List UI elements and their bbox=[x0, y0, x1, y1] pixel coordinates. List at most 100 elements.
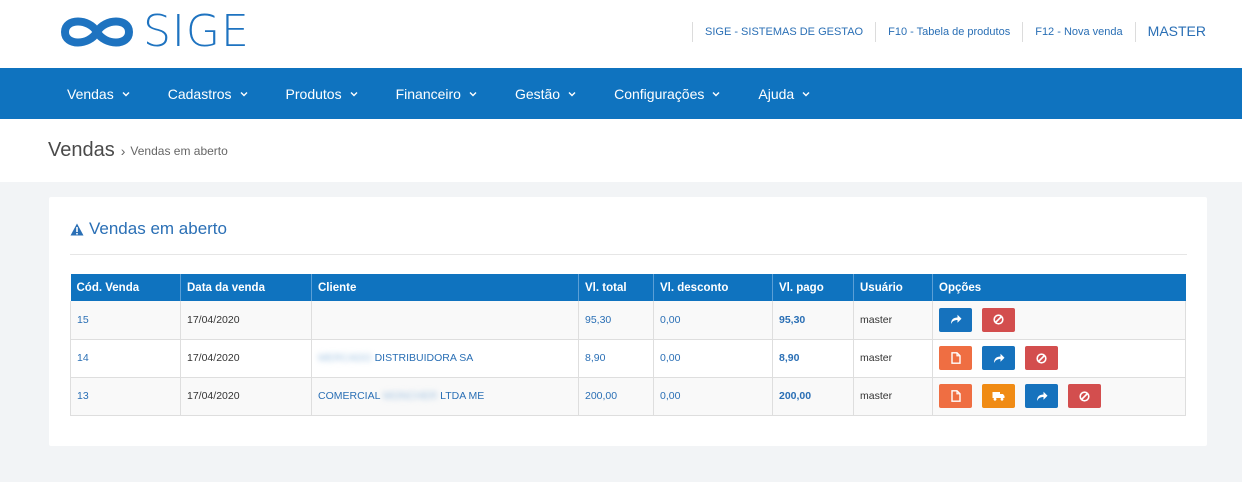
nav-configuracoes-label: Configurações bbox=[614, 85, 705, 102]
table-row: 14 17/04/2020 MERCADO DISTRIBUIDORA SA 8… bbox=[70, 339, 1186, 378]
nav-configuracoes[interactable]: Configurações bbox=[614, 86, 721, 102]
cancel-sale-button[interactable] bbox=[982, 307, 1015, 332]
content-area: Vendas em aberto Cód. Venda Data da vend… bbox=[0, 182, 1242, 482]
panel-title-text: Vendas em aberto bbox=[89, 219, 227, 238]
cell-data: 17/04/2020 bbox=[180, 339, 312, 378]
cliente-prefix: COMERCIAL bbox=[318, 390, 381, 402]
continue-sale-button[interactable] bbox=[939, 307, 972, 332]
breadcrumb-separator: › bbox=[120, 142, 126, 159]
cell-usuario: master bbox=[853, 301, 933, 340]
cell-data: 17/04/2020 bbox=[180, 301, 312, 340]
col-desconto[interactable]: Vl. desconto bbox=[653, 274, 773, 301]
table-row: 15 17/04/2020 95,30 0,00 95,30 master bbox=[70, 301, 1186, 340]
cliente-text: DISTRIBUIDORA SA bbox=[374, 352, 474, 364]
warning-icon bbox=[70, 223, 84, 235]
sige-logo-icon bbox=[60, 17, 134, 47]
chevron-down-icon bbox=[802, 91, 810, 96]
top-header: SIGE SIGE - SISTEMAS DE GESTAO F10 - Tab… bbox=[0, 0, 1242, 68]
nav-vendas-label: Vendas bbox=[67, 85, 114, 102]
continue-sale-button[interactable] bbox=[982, 346, 1015, 370]
cell-data: 17/04/2020 bbox=[180, 377, 312, 416]
cell-cliente[interactable] bbox=[311, 301, 579, 340]
cell-pago: 200,00 bbox=[772, 377, 854, 416]
cancel-sale-button[interactable] bbox=[1068, 384, 1101, 408]
chevron-down-icon bbox=[350, 91, 358, 96]
cell-usuario: master bbox=[853, 339, 933, 378]
nav-ajuda[interactable]: Ajuda bbox=[758, 86, 811, 102]
tabela-produtos-link[interactable]: F10 - Tabela de produtos bbox=[875, 22, 1022, 42]
col-total[interactable]: Vl. total bbox=[578, 274, 654, 301]
breadcrumb-current: Vendas em aberto bbox=[130, 143, 228, 158]
cliente-text: LTDA ME bbox=[440, 390, 485, 402]
cell-pago: 95,30 bbox=[772, 301, 854, 340]
cell-codigo[interactable]: 13 bbox=[70, 377, 181, 416]
chevron-down-icon bbox=[122, 91, 130, 96]
ban-icon bbox=[1079, 390, 1090, 402]
nav-cadastros[interactable]: Cadastros bbox=[168, 86, 249, 102]
share-icon bbox=[993, 353, 1004, 363]
nav-financeiro[interactable]: Financeiro bbox=[396, 86, 478, 102]
redacted-text: MONCHER bbox=[382, 390, 438, 402]
sige-sistemas-link[interactable]: SIGE - SISTEMAS DE GESTAO bbox=[692, 22, 875, 42]
truck-icon bbox=[992, 392, 1005, 401]
redacted-text: MERCADO bbox=[318, 352, 372, 364]
cell-desconto: 0,00 bbox=[653, 301, 773, 340]
chevron-down-icon bbox=[469, 91, 477, 96]
cell-desconto: 0,00 bbox=[653, 339, 773, 378]
nav-gestao-label: Gestão bbox=[514, 85, 561, 102]
col-usuario[interactable]: Usuário bbox=[853, 274, 933, 301]
col-data[interactable]: Data da venda bbox=[180, 274, 312, 301]
document-icon bbox=[950, 390, 961, 402]
main-navbar: Vendas Cadastros Produtos Financeiro Ges… bbox=[0, 68, 1242, 119]
nav-cadastros-label: Cadastros bbox=[167, 85, 232, 102]
share-icon bbox=[1036, 391, 1047, 401]
print-receipt-button[interactable] bbox=[939, 346, 972, 370]
cell-codigo[interactable]: 14 bbox=[70, 339, 181, 378]
nav-financeiro-label: Financeiro bbox=[395, 85, 461, 102]
table-row: 13 17/04/2020 COMERCIAL MONCHER LTDA ME … bbox=[70, 377, 1186, 416]
col-cliente[interactable]: Cliente bbox=[311, 274, 579, 301]
nav-produtos[interactable]: Produtos bbox=[286, 86, 359, 102]
cell-total: 8,90 bbox=[578, 339, 654, 378]
sales-panel: Vendas em aberto Cód. Venda Data da vend… bbox=[49, 197, 1207, 446]
ban-icon bbox=[1036, 352, 1047, 364]
chevron-down-icon bbox=[712, 91, 720, 96]
nav-produtos-label: Produtos bbox=[285, 85, 342, 102]
cell-pago: 8,90 bbox=[772, 339, 854, 378]
share-icon bbox=[950, 315, 961, 325]
page-title[interactable]: Vendas bbox=[48, 139, 115, 162]
cell-codigo[interactable]: 15 bbox=[70, 301, 181, 340]
chevron-down-icon bbox=[240, 91, 248, 96]
delivery-button[interactable] bbox=[982, 384, 1015, 408]
cell-opcoes bbox=[932, 339, 1186, 378]
print-receipt-button[interactable] bbox=[939, 384, 972, 408]
nav-gestao[interactable]: Gestão bbox=[515, 86, 577, 102]
col-pago[interactable]: Vl. pago bbox=[772, 274, 854, 301]
logo[interactable]: SIGE bbox=[55, 10, 250, 54]
col-codigo[interactable]: Cód. Venda bbox=[70, 274, 181, 301]
cell-total: 200,00 bbox=[578, 377, 654, 416]
top-links: SIGE - SISTEMAS DE GESTAO F10 - Tabela d… bbox=[692, 22, 1206, 42]
cancel-sale-button[interactable] bbox=[1025, 346, 1058, 370]
cell-usuario: master bbox=[853, 377, 933, 416]
continue-sale-button[interactable] bbox=[1025, 384, 1058, 408]
breadcrumb: Vendas › Vendas em aberto bbox=[0, 119, 1242, 182]
cell-cliente[interactable]: COMERCIAL MONCHER LTDA ME bbox=[311, 377, 579, 416]
nav-vendas[interactable]: Vendas bbox=[67, 86, 131, 102]
col-opcoes: Opções bbox=[932, 274, 1186, 301]
document-icon bbox=[950, 352, 961, 364]
logo-text: SIGE bbox=[143, 6, 250, 57]
chevron-down-icon bbox=[568, 91, 576, 96]
panel-title: Vendas em aberto bbox=[70, 219, 1187, 255]
cell-cliente[interactable]: MERCADO DISTRIBUIDORA SA bbox=[311, 339, 579, 378]
user-name[interactable]: MASTER bbox=[1134, 22, 1206, 42]
cell-desconto: 0,00 bbox=[653, 377, 773, 416]
nav-ajuda-label: Ajuda bbox=[758, 85, 795, 102]
nova-venda-link[interactable]: F12 - Nova venda bbox=[1022, 22, 1134, 42]
table-header-row: Cód. Venda Data da venda Cliente Vl. tot… bbox=[70, 274, 1186, 301]
cell-total: 95,30 bbox=[578, 301, 654, 340]
ban-icon bbox=[993, 314, 1004, 325]
sales-table: Cód. Venda Data da venda Cliente Vl. tot… bbox=[70, 274, 1186, 416]
cell-opcoes bbox=[932, 377, 1186, 416]
cell-opcoes bbox=[932, 301, 1186, 340]
